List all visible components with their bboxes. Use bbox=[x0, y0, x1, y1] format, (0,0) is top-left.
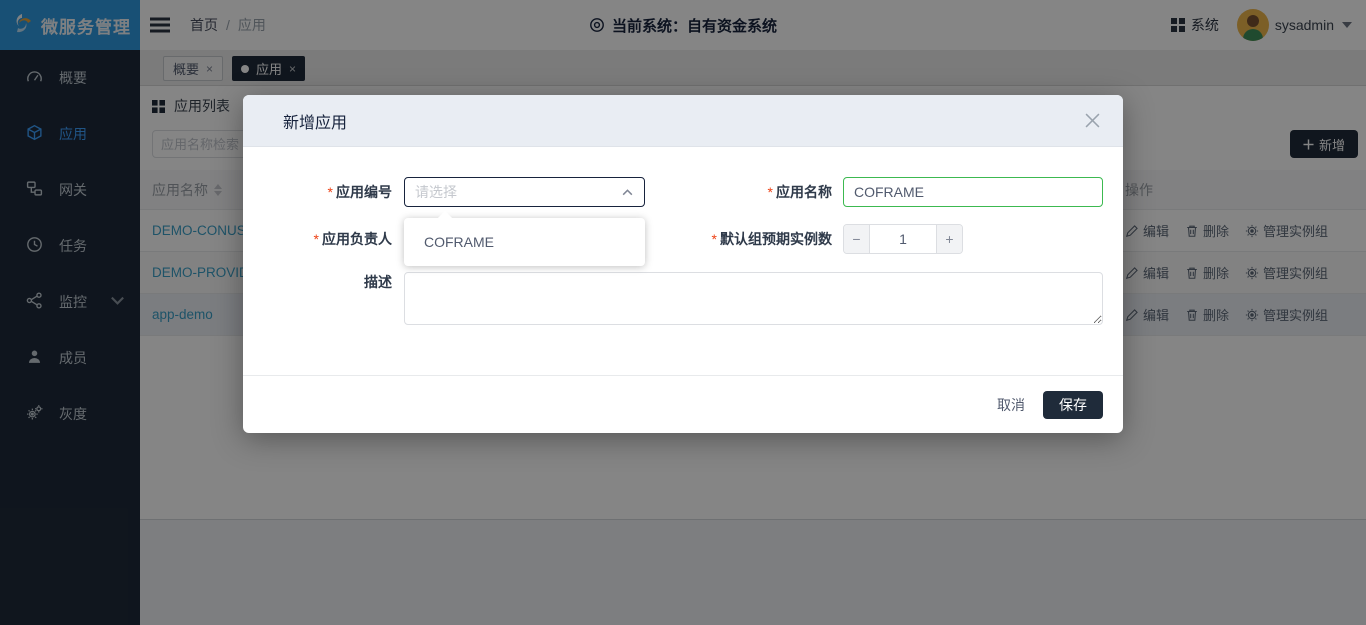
app-code-dropdown: COFRAME bbox=[404, 218, 645, 266]
description-textarea[interactable] bbox=[404, 272, 1103, 325]
description-label: 描述 bbox=[243, 267, 392, 297]
dialog-header: 新增应用 bbox=[243, 95, 1123, 147]
app-owner-label: *应用负责人 bbox=[243, 224, 392, 254]
app-code-select[interactable]: 请选择 bbox=[404, 177, 645, 207]
cancel-button[interactable]: 取消 bbox=[997, 395, 1025, 415]
app-name-input[interactable] bbox=[843, 177, 1103, 207]
stepper-minus-button[interactable]: − bbox=[844, 225, 870, 253]
required-mark: * bbox=[712, 231, 717, 247]
required-mark: * bbox=[314, 231, 319, 247]
stepper-plus-button[interactable]: + bbox=[936, 225, 962, 253]
select-placeholder: 请选择 bbox=[415, 182, 621, 202]
app-code-label: *应用编号 bbox=[243, 177, 392, 207]
save-button[interactable]: 保存 bbox=[1043, 391, 1103, 419]
instances-stepper: − + bbox=[843, 224, 963, 254]
new-application-dialog: 新增应用 *应用编号 请选择 *应用名称 *应用负责人 *默认组预期实例数 − … bbox=[243, 95, 1123, 433]
instances-label: *默认组预期实例数 bbox=[632, 224, 832, 254]
dialog-footer: 取消 保存 bbox=[243, 375, 1123, 433]
instances-value-input[interactable] bbox=[870, 225, 936, 253]
required-mark: * bbox=[768, 184, 773, 200]
app-name-label: *应用名称 bbox=[632, 177, 832, 207]
close-icon[interactable] bbox=[1081, 109, 1103, 131]
required-mark: * bbox=[328, 184, 333, 200]
dropdown-option-coframe[interactable]: COFRAME bbox=[404, 218, 645, 266]
dialog-title: 新增应用 bbox=[283, 109, 347, 133]
